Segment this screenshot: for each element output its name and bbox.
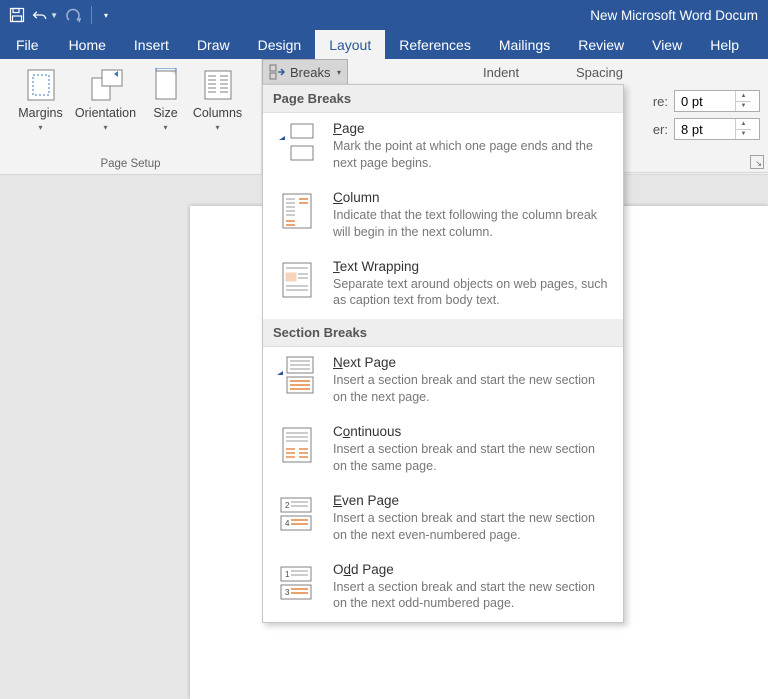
break-option-title: Column <box>333 190 611 205</box>
column-break-icon <box>275 190 319 232</box>
document-title: New Microsoft Word Docum <box>590 8 764 23</box>
quick-access-toolbar: ▼ ▾ <box>4 2 115 28</box>
break-option-title: Continuous <box>333 424 611 439</box>
svg-text:1: 1 <box>285 570 290 579</box>
columns-button[interactable]: Columns ▾ <box>190 63 246 136</box>
title-bar: ▼ ▾ New Microsoft Word Docum <box>0 0 768 30</box>
svg-text:4: 4 <box>285 519 290 528</box>
breaks-button[interactable]: Breaks ▾ <box>262 59 348 85</box>
break-option-title: Odd Page <box>333 562 611 577</box>
break-option-desc: Mark the point at which one page ends an… <box>333 138 611 172</box>
indent-heading-visible: Indent <box>483 65 519 80</box>
breaks-label: Breaks <box>290 65 330 80</box>
tab-references[interactable]: References <box>385 30 485 59</box>
dialog-launcher-button[interactable]: ↘ <box>750 155 764 169</box>
svg-text:3: 3 <box>285 588 290 597</box>
margins-icon <box>23 67 59 103</box>
odd-page-icon: 1 3 <box>275 562 319 604</box>
break-option-continuous[interactable]: Continuous Insert a section break and st… <box>263 416 623 485</box>
save-icon <box>9 7 25 23</box>
group-page-setup: Margins ▾ Orientation ▾ Size ▾ <box>0 59 262 174</box>
spin-down-icon[interactable]: ▼ <box>736 102 751 112</box>
spacing-before-label: re: <box>653 94 668 109</box>
break-option-page[interactable]: Page Mark the point at which one page en… <box>263 113 623 182</box>
margins-button[interactable]: Margins ▾ <box>16 63 66 136</box>
save-button[interactable] <box>4 2 30 28</box>
customize-qat-button[interactable]: ▾ <box>97 2 115 28</box>
continuous-icon <box>275 424 319 466</box>
break-option-odd-page[interactable]: 1 3 Odd Page Insert a section break and … <box>263 554 623 623</box>
dropdown-heading-page-breaks: Page Breaks <box>263 85 623 113</box>
undo-icon <box>32 7 48 23</box>
group-label-page-setup: Page Setup <box>6 158 255 172</box>
columns-icon <box>200 67 236 103</box>
spin-up-icon[interactable]: ▲ <box>736 119 751 130</box>
orientation-icon <box>88 67 124 103</box>
chevron-down-icon: ▾ <box>337 68 341 77</box>
breaks-dropdown: Page Breaks Page Mark the point at which… <box>262 84 624 623</box>
tab-mailings[interactable]: Mailings <box>485 30 564 59</box>
spin-up-icon[interactable]: ▲ <box>736 91 751 102</box>
break-option-desc: Separate text around objects on web page… <box>333 276 611 310</box>
spacing-before-field[interactable] <box>675 91 735 111</box>
tab-file[interactable]: File <box>0 30 55 59</box>
page-break-icon <box>275 121 319 163</box>
svg-text:2: 2 <box>285 501 290 510</box>
tab-view[interactable]: View <box>638 30 696 59</box>
tab-help[interactable]: Help <box>696 30 753 59</box>
break-option-title: Page <box>333 121 611 136</box>
spacing-after-field[interactable] <box>675 119 735 139</box>
tab-draw[interactable]: Draw <box>183 30 244 59</box>
spacing-heading: Spacing <box>576 65 623 80</box>
ribbon-tabs: File Home Insert Draw Design Layout Refe… <box>0 30 768 59</box>
breaks-icon <box>269 64 285 80</box>
text-wrapping-icon <box>275 259 319 301</box>
tab-review[interactable]: Review <box>564 30 638 59</box>
break-option-column[interactable]: Column Indicate that the text following … <box>263 182 623 251</box>
even-page-icon: 2 4 <box>275 493 319 535</box>
spacing-before-input[interactable]: ▲▼ <box>674 90 760 112</box>
redo-icon <box>65 7 81 23</box>
tab-design[interactable]: Design <box>244 30 316 59</box>
break-option-next-page[interactable]: Next Page Insert a section break and sta… <box>263 347 623 416</box>
orientation-button[interactable]: Orientation ▾ <box>70 63 142 136</box>
break-option-text-wrapping[interactable]: Text Wrapping Separate text around objec… <box>263 251 623 320</box>
tab-layout[interactable]: Layout <box>315 30 385 59</box>
tab-insert[interactable]: Insert <box>120 30 183 59</box>
break-option-title: Text Wrapping <box>333 259 611 274</box>
break-option-desc: Insert a section break and start the new… <box>333 372 611 406</box>
spacing-after-label: er: <box>653 122 668 137</box>
undo-button[interactable]: ▼ <box>32 2 58 28</box>
break-option-title: Even Page <box>333 493 611 508</box>
size-button[interactable]: Size ▾ <box>146 63 186 136</box>
break-option-title: Next Page <box>333 355 611 370</box>
break-option-desc: Insert a section break and start the new… <box>333 441 611 475</box>
break-option-desc: Indicate that the text following the col… <box>333 207 611 241</box>
break-option-desc: Insert a section break and start the new… <box>333 579 611 613</box>
spacing-after-input[interactable]: ▲▼ <box>674 118 760 140</box>
tab-home[interactable]: Home <box>55 30 120 59</box>
next-page-icon <box>275 355 319 397</box>
dropdown-heading-section-breaks: Section Breaks <box>263 319 623 347</box>
break-option-even-page[interactable]: 2 4 Even Page Insert a section break and… <box>263 485 623 554</box>
spin-down-icon[interactable]: ▼ <box>736 130 751 140</box>
size-icon <box>148 67 184 103</box>
group-paragraph: Indent Spacing Indent re: ▲▼ er: ▲▼ ↘ <box>618 59 768 173</box>
break-option-desc: Insert a section break and start the new… <box>333 510 611 544</box>
redo-button[interactable] <box>60 2 86 28</box>
